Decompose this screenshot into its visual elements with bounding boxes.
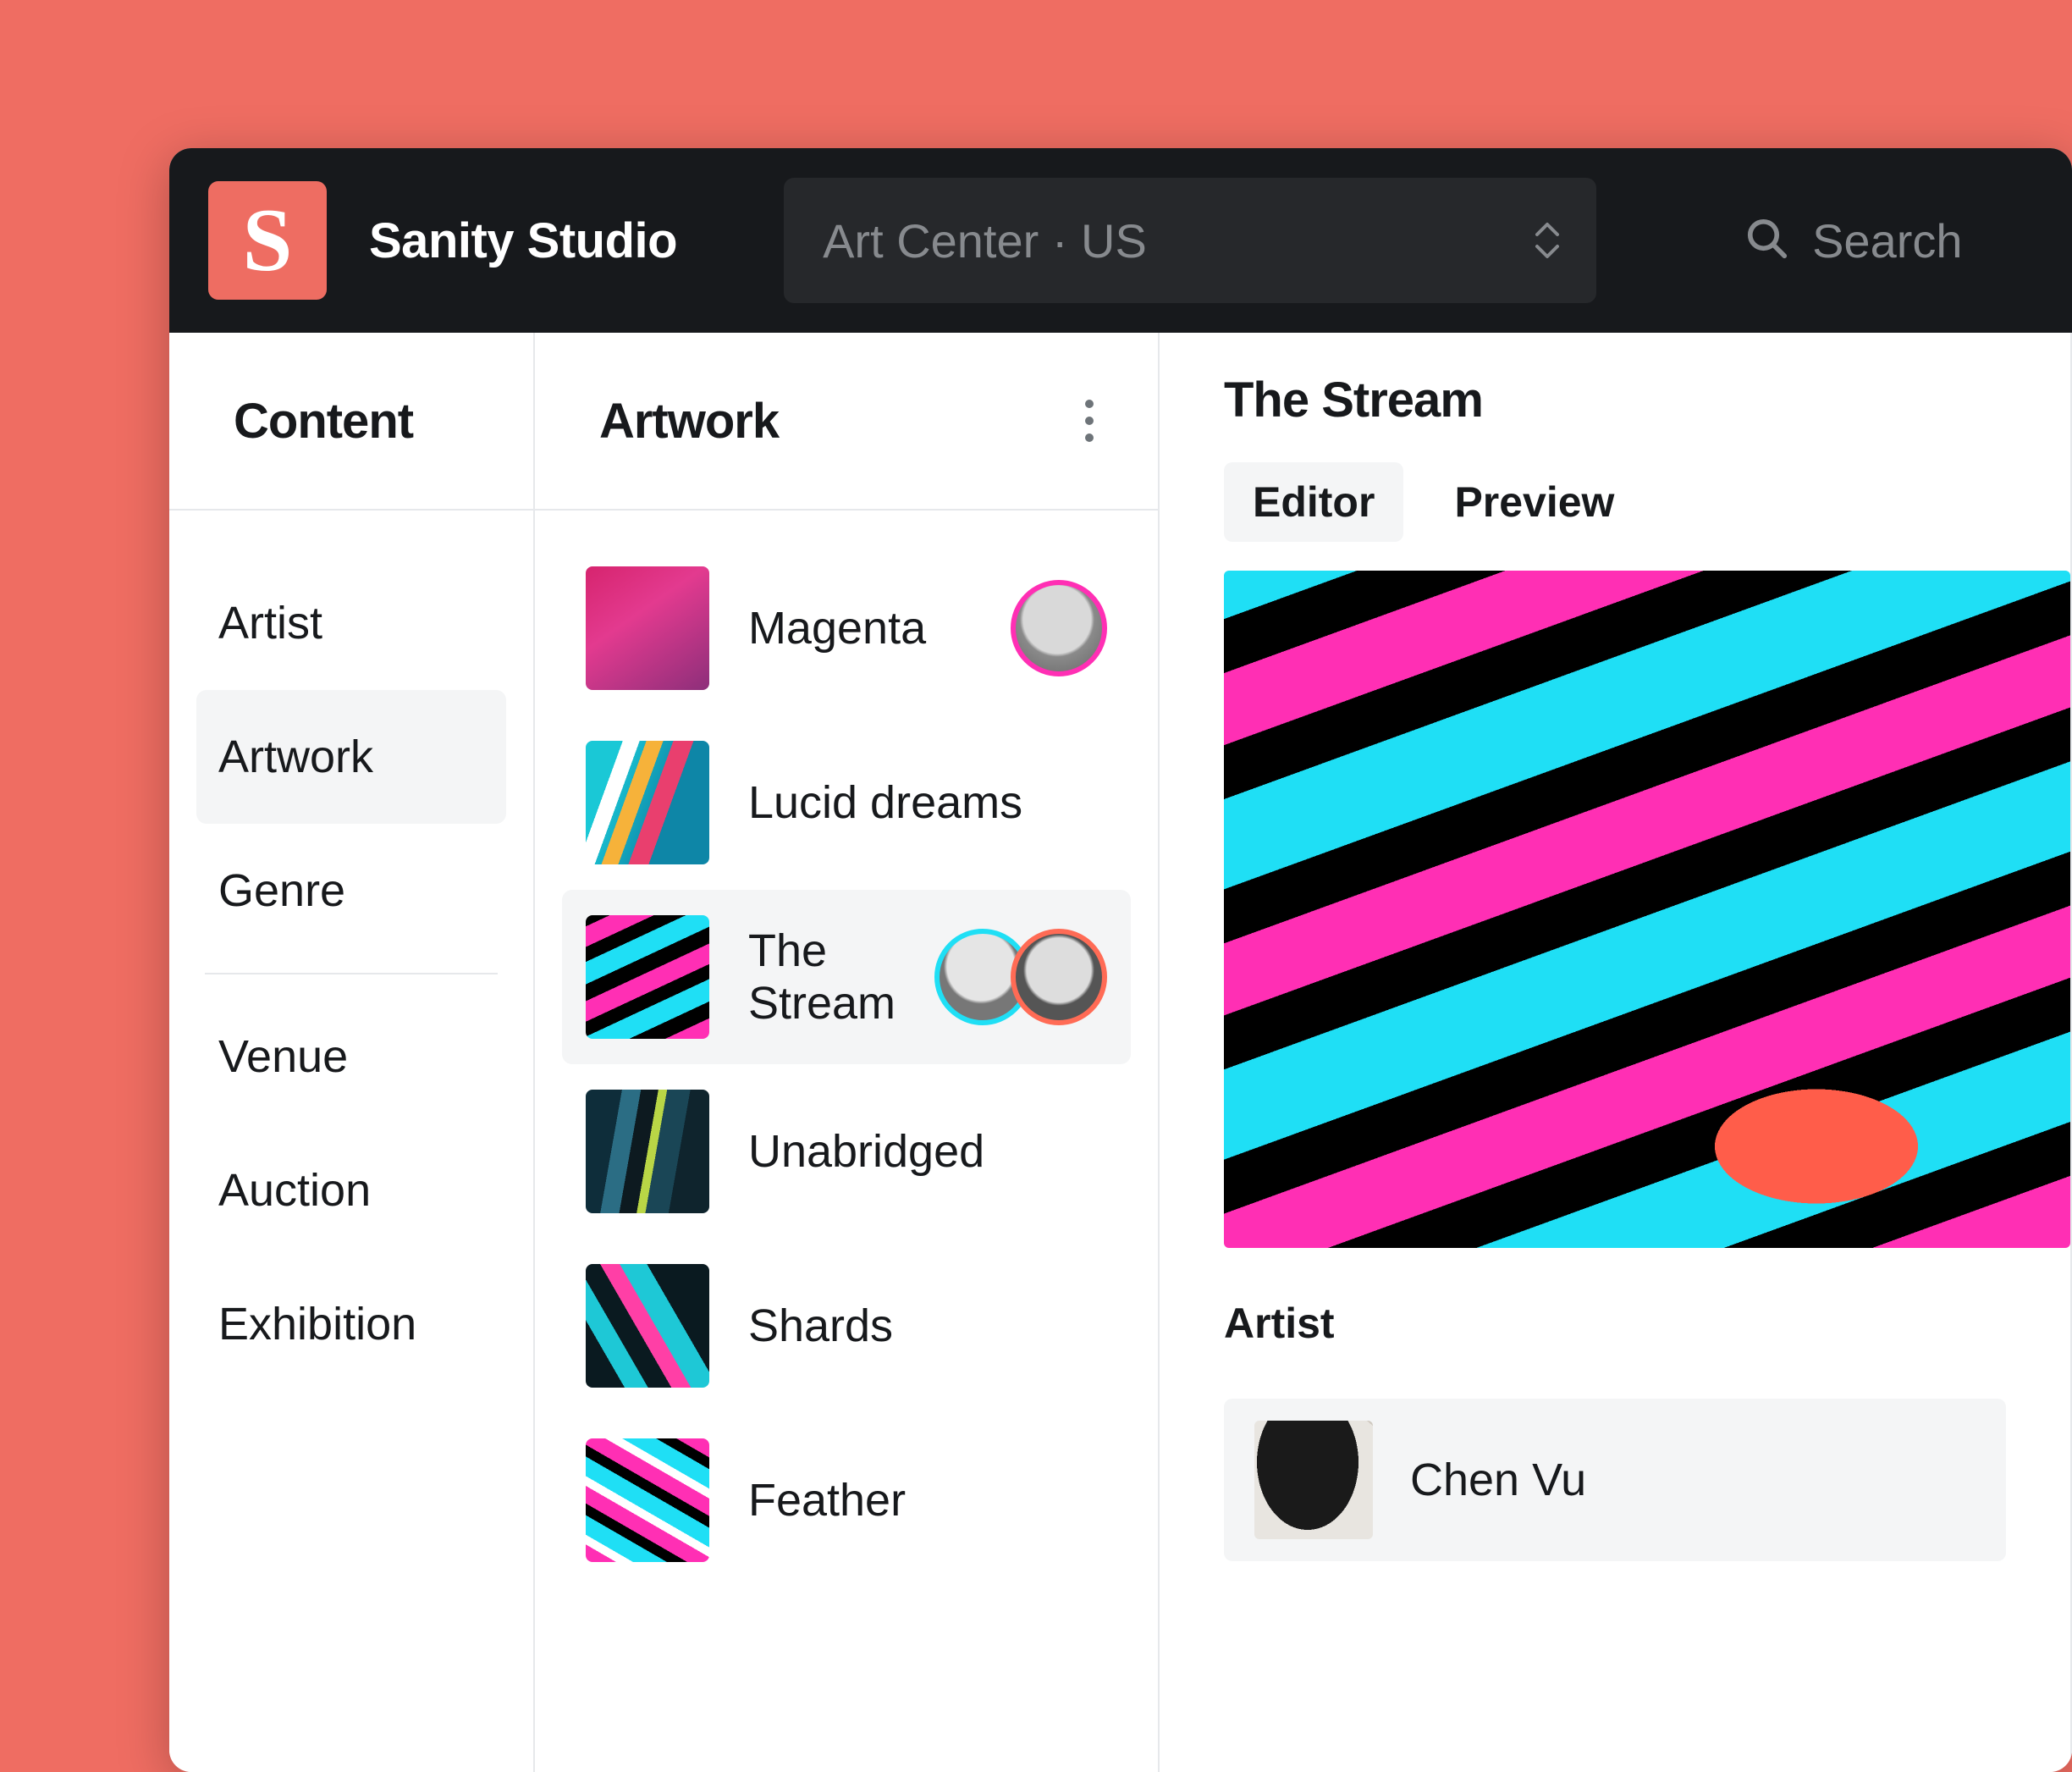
sidebar-item-exhibition[interactable]: Exhibition [196, 1257, 506, 1391]
sidebar-item-genre[interactable]: Genre [196, 824, 506, 958]
artist-reference-card[interactable]: Chen Vu [1224, 1399, 2006, 1561]
sidebar-column: Content Artist Artwork Genre Venue Aucti… [169, 333, 535, 1772]
sidebar-item-artist[interactable]: Artist [196, 556, 506, 690]
detail-column: The Stream Editor Preview Artist Chen Vu [1160, 333, 2072, 1772]
artwork-title: Magenta [748, 602, 972, 654]
workspace-selector[interactable]: Art Center · US [784, 178, 1596, 303]
list-column: Artwork Magenta Lucid [535, 333, 1160, 1772]
sidebar-nav: Artist Artwork Genre Venue Auction Exhib… [169, 511, 533, 1437]
detail-header: The Stream [1160, 333, 2070, 439]
list-item[interactable]: The Stream [562, 890, 1131, 1064]
workspace-selected: Art Center · US [823, 213, 1147, 268]
artist-photo [1254, 1421, 1373, 1539]
presence-avatars [934, 929, 1107, 1025]
user-avatar-icon [1011, 580, 1107, 676]
artwork-title: Unabridged [748, 1125, 1107, 1178]
artwork-thumbnail [586, 915, 709, 1039]
list-item[interactable]: Magenta [562, 541, 1131, 715]
artist-name: Chen Vu [1410, 1454, 1586, 1506]
artwork-list: Magenta Lucid dreams The Stream [535, 511, 1158, 1618]
sanity-logo-icon: S [208, 181, 327, 300]
sidebar-title: Content [234, 393, 413, 450]
more-menu-icon[interactable] [1085, 400, 1094, 442]
list-item[interactable]: Lucid dreams [562, 715, 1131, 890]
user-avatar-icon [1011, 929, 1107, 1025]
artwork-title: Shards [748, 1300, 1107, 1352]
body: Content Artist Artwork Genre Venue Aucti… [169, 333, 2072, 1772]
app-header: S Sanity Studio Art Center · US Search [169, 148, 2072, 333]
sidebar-item-artwork[interactable]: Artwork [196, 690, 506, 824]
sidebar-item-auction[interactable]: Auction [196, 1123, 506, 1257]
artist-section: Artist [1160, 1248, 2070, 1365]
studio-window: S Sanity Studio Art Center · US Search [169, 148, 2072, 1772]
detail-tabs: Editor Preview [1160, 439, 2070, 542]
search-button[interactable]: Search [1744, 213, 1962, 268]
search-placeholder: Search [1812, 213, 1962, 268]
search-icon [1744, 216, 1790, 266]
chevron-updown-icon [1534, 221, 1561, 260]
sidebar-item-venue[interactable]: Venue [196, 990, 506, 1123]
tab-editor[interactable]: Editor [1224, 462, 1403, 542]
list-item[interactable]: Unabridged [562, 1064, 1131, 1239]
artwork-title: The Stream [748, 925, 895, 1030]
artwork-thumbnail [586, 741, 709, 864]
presence-avatars [1011, 580, 1107, 676]
app-title: Sanity Studio [369, 213, 677, 269]
artwork-thumbnail [586, 1090, 709, 1213]
list-header: Artwork [535, 333, 1158, 511]
sidebar-separator [205, 973, 498, 974]
field-label-artist: Artist [1224, 1299, 2006, 1348]
list-title: Artwork [599, 393, 779, 450]
sidebar-header: Content [169, 333, 533, 511]
artwork-hero-image[interactable] [1224, 571, 2070, 1248]
artwork-thumbnail [586, 1438, 709, 1562]
logo-glyph: S [243, 196, 293, 285]
list-item[interactable]: Shards [562, 1239, 1131, 1413]
artwork-thumbnail [586, 1264, 709, 1388]
list-item[interactable]: Feather [562, 1413, 1131, 1587]
document-title: The Stream [1224, 372, 2006, 428]
artwork-title: Lucid dreams [748, 776, 1107, 829]
tab-preview[interactable]: Preview [1425, 462, 1643, 542]
artwork-title: Feather [748, 1474, 1107, 1526]
artwork-thumbnail [586, 566, 709, 690]
